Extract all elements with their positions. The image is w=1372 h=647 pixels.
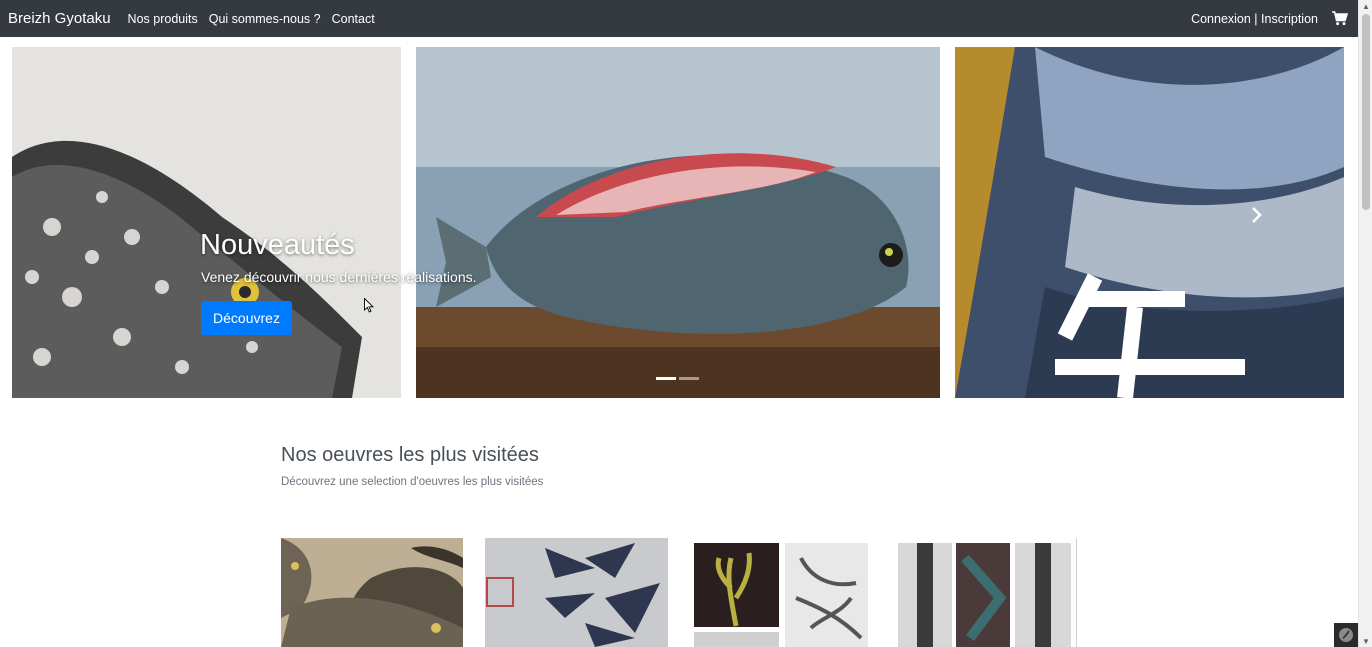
carousel-indicators (656, 377, 699, 380)
section-title: Nos oeuvres les plus visitées (281, 444, 539, 466)
mouse-pointer-icon (364, 297, 375, 318)
chevron-right-icon[interactable] (1248, 205, 1266, 225)
page-scrollbar[interactable]: ▲ ▼ (1358, 0, 1372, 647)
fish-print-artwork[interactable] (281, 538, 463, 647)
nav-link-about[interactable]: Qui sommes-nous ? (209, 12, 321, 26)
discover-button[interactable]: Découvrez (201, 301, 292, 335)
carousel-indicator-1[interactable] (656, 377, 676, 380)
scroll-up-icon[interactable]: ▲ (1359, 0, 1372, 12)
bird-print-artwork[interactable] (485, 538, 668, 647)
carousel-indicator-2[interactable] (679, 377, 699, 380)
seaweed-print-artwork[interactable] (691, 538, 874, 647)
navbar: Breizh Gyotaku Nos produits Qui sommes-n… (0, 0, 1358, 37)
carousel-image-center (416, 47, 940, 398)
debug-toolbar-icon[interactable] (1334, 623, 1358, 647)
carousel-image-right (955, 47, 1344, 398)
carousel-caption-title: Nouveautés (200, 229, 355, 261)
scroll-thumb[interactable] (1362, 14, 1370, 210)
login-signup-link[interactable]: Connexion | Inscription (1191, 12, 1318, 26)
carousel-image-left (12, 47, 401, 398)
carousel-caption-text: Venez découvrir nous dernières réalisati… (201, 269, 477, 285)
nav-link-contact[interactable]: Contact (332, 12, 375, 26)
hero-carousel: Nouveautés Venez découvrir nous dernière… (0, 37, 1358, 398)
nav-link-products[interactable]: Nos produits (128, 12, 198, 26)
section-subtitle: Découvrez une selection d'oeuvres les pl… (281, 476, 544, 488)
shopping-cart-icon[interactable] (1332, 11, 1348, 27)
fish-triptych-artwork[interactable] (895, 538, 1077, 647)
brand-link[interactable]: Breizh Gyotaku (8, 10, 111, 27)
scroll-down-icon[interactable]: ▼ (1359, 635, 1372, 647)
